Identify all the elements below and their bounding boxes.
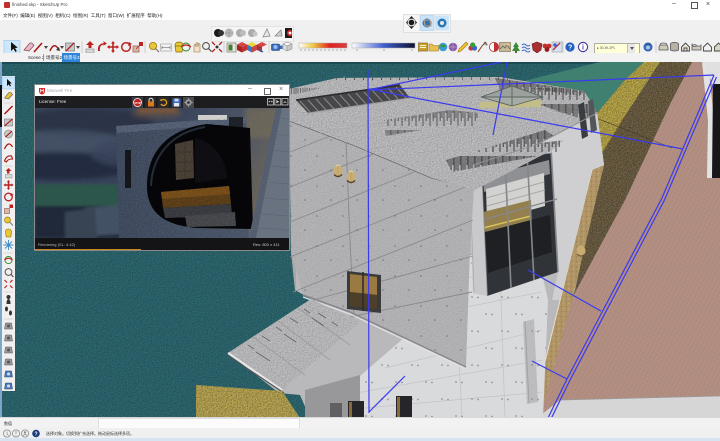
svg-text:?: ? [35, 431, 38, 437]
svg-text:STOP: STOP [134, 100, 141, 104]
svg-text:i: i [582, 45, 584, 52]
svg-text:?: ? [568, 45, 572, 52]
